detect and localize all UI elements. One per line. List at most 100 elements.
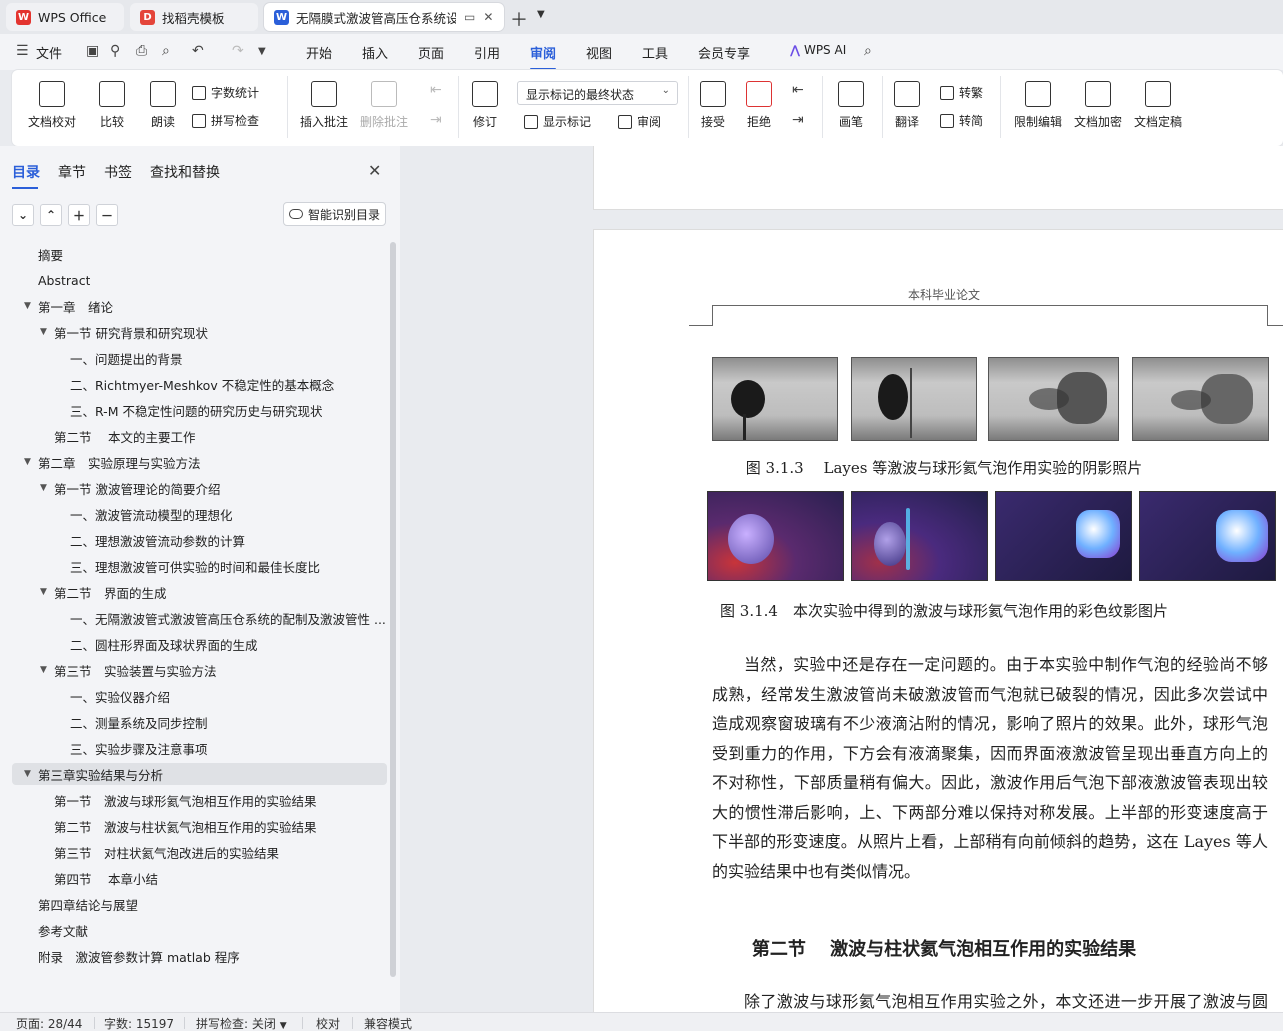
new-tab-icon[interactable]: ＋ (510, 6, 528, 32)
close-icon[interactable]: ✕ (483, 10, 493, 24)
toc-item[interactable]: 参考文献 (0, 919, 385, 941)
menu-tools[interactable]: 工具 (642, 43, 668, 62)
toc-item[interactable]: ▼ 第三章实验结果与分析 (0, 763, 385, 785)
chevron-down-icon[interactable]: ▼ (258, 46, 266, 57)
search-icon[interactable]: ⌕ (864, 43, 872, 59)
delete-comment-button[interactable]: 删除批注 (360, 81, 408, 130)
reject-button[interactable]: 拒绝 (746, 81, 772, 130)
nav-scrollbar[interactable] (390, 242, 396, 977)
menu-insert[interactable]: 插入 (362, 43, 388, 62)
to-simplified-button[interactable]: 转简 (940, 112, 983, 129)
collapse-up-button[interactable]: ⌃ (40, 204, 62, 226)
show-markup-button[interactable]: 显示标记 (524, 113, 591, 130)
screen-icon[interactable]: ▭ (464, 10, 475, 24)
toc-item[interactable]: ▼ 第二节 界面的生成 (0, 581, 385, 603)
compare-button[interactable]: 比较 (99, 81, 125, 130)
translate-button[interactable]: 翻译 (894, 81, 920, 130)
toc-item[interactable]: 第二节 本文的主要工作 (0, 425, 385, 447)
read-aloud-button[interactable]: 朗读 (150, 81, 176, 130)
current-page[interactable]: 本科毕业论文 图 3.1.3 Layes 等激波与球形氦气泡作用实验的阴影照片 (593, 229, 1283, 1012)
toc-item[interactable]: 二、Richtmyer-Meshkov 不稳定性的基本概念 (0, 373, 385, 395)
tab-document[interactable]: W 无隔膜式激波管高压仓系统设计 ▭ ✕ (264, 3, 504, 31)
undo-icon[interactable]: ↶ (192, 43, 204, 59)
spell-check-status[interactable]: 拼写检查: 关闭 ▼ (196, 1015, 287, 1031)
print-icon[interactable]: ⎙ (136, 43, 147, 59)
menu-file[interactable]: 文件 (36, 43, 62, 62)
toc-item[interactable]: 摘要 (0, 243, 385, 265)
tab-wps-office[interactable]: W WPS Office (6, 3, 124, 31)
encrypt-button[interactable]: 文档加密 (1074, 81, 1122, 130)
toc-item[interactable]: 三、实验步骤及注意事项 (0, 737, 385, 759)
expand-triangle-icon[interactable]: ▼ (40, 483, 47, 493)
toc-item[interactable]: 一、激波管流动模型的理想化 (0, 503, 385, 525)
page-indicator[interactable]: 页面: 28/44 (16, 1015, 82, 1031)
expand-down-button[interactable]: ⌄ (12, 204, 34, 226)
smart-toc-button[interactable]: 智能识别目录 (283, 202, 386, 226)
toc-item[interactable]: 二、测量系统及同步控制 (0, 711, 385, 733)
tab-docer-templates[interactable]: D 找稻壳模板 (130, 3, 258, 31)
redo-icon[interactable]: ↷ (232, 43, 244, 59)
to-traditional-button[interactable]: 转繁 (940, 84, 983, 101)
hamburger-icon[interactable]: ☰ (16, 43, 29, 59)
accept-button[interactable]: 接受 (700, 81, 726, 130)
toc-item[interactable]: 二、圆柱形界面及球状界面的生成 (0, 633, 385, 655)
word-count-button[interactable]: 字数统计 (192, 84, 259, 101)
revise-button[interactable]: 修订 (472, 81, 498, 130)
menu-membership[interactable]: 会员专享 (698, 43, 750, 62)
wps-ai-button[interactable]: ⋀ WPS AI (790, 43, 846, 57)
remove-heading-button[interactable]: － (96, 204, 118, 226)
save-icon[interactable]: ▣ (86, 43, 99, 59)
prev-comment-icon[interactable]: ⇤ (430, 82, 442, 98)
expand-triangle-icon[interactable]: ▼ (40, 327, 47, 337)
print-preview-icon[interactable]: ⌕ (162, 43, 170, 59)
close-icon[interactable]: ✕ (368, 161, 381, 180)
pen-button[interactable]: 画笔 (838, 81, 864, 130)
add-heading-button[interactable]: ＋ (68, 204, 90, 226)
menu-page[interactable]: 页面 (418, 43, 444, 62)
menu-review[interactable]: 审阅 (530, 43, 557, 70)
proofread-status[interactable]: 校对 (316, 1015, 340, 1031)
toc-item[interactable]: 一、问题提出的背景 (0, 347, 385, 369)
toc-item[interactable]: ▼ 第二章 实验原理与实验方法 (0, 451, 385, 473)
toc-item[interactable]: 第四节 本章小结 (0, 867, 385, 889)
prev-change-icon[interactable]: ⇤ (792, 82, 804, 98)
expand-triangle-icon[interactable]: ▼ (24, 457, 31, 467)
toc-item[interactable]: ▼ 第一节 研究背景和研究现状 (0, 321, 385, 343)
review-pane-button[interactable]: 审阅 (618, 113, 661, 130)
insert-comment-button[interactable]: 插入批注 (300, 81, 348, 130)
toc-item[interactable]: 三、理想激波管可供实验的时间和最佳长度比 (0, 555, 385, 577)
word-count-status[interactable]: 字数: 15197 (104, 1015, 174, 1031)
expand-triangle-icon[interactable]: ▼ (24, 769, 31, 779)
tab-find-replace[interactable]: 查找和替换 (150, 162, 220, 182)
menu-view[interactable]: 视图 (586, 43, 612, 62)
expand-triangle-icon[interactable]: ▼ (40, 665, 47, 675)
expand-triangle-icon[interactable]: ▼ (24, 301, 31, 311)
toc-item[interactable]: ▼ 第一节 激波管理论的简要介绍 (0, 477, 385, 499)
toc-item[interactable]: 一、无隔激波管式激波管高压仓系统的配制及激波管性 ... (0, 607, 385, 629)
spell-check-button[interactable]: 拼写检查 (192, 112, 259, 129)
toc-item[interactable]: 一、实验仪器介绍 (0, 685, 385, 707)
toc-item[interactable]: 第四章结论与展望 (0, 893, 385, 915)
share-icon[interactable]: ⚲ (110, 43, 120, 59)
doc-check-button[interactable]: 文档校对 (28, 81, 76, 130)
document-area[interactable]: 本科毕业论文 图 3.1.3 Layes 等激波与球形氦气泡作用实验的阴影照片 (400, 146, 1283, 1012)
toc-item[interactable]: 第二节 激波与柱状氦气泡相互作用的实验结果 (0, 815, 385, 837)
toc-item[interactable]: 二、理想激波管流动参数的计算 (0, 529, 385, 551)
toc-item[interactable]: Abstract (0, 269, 385, 291)
menu-start[interactable]: 开始 (306, 43, 332, 62)
tab-bookmarks[interactable]: 书签 (104, 162, 132, 182)
toc-item[interactable]: ▼ 第三节 实验装置与实验方法 (0, 659, 385, 681)
tab-toc[interactable]: 目录 (12, 162, 40, 189)
toc-item[interactable]: ▼ 第一章 绪论 (0, 295, 385, 317)
toc-item[interactable]: 第三节 对柱状氦气泡改进后的实验结果 (0, 841, 385, 863)
toc-item[interactable]: 三、R-M 不稳定性问题的研究历史与研究现状 (0, 399, 385, 421)
tab-sections[interactable]: 章节 (58, 162, 86, 182)
toc-item[interactable]: 附录 激波管参数计算 matlab 程序 (0, 945, 385, 967)
toc-item[interactable]: 第一节 激波与球形氦气泡相互作用的实验结果 (0, 789, 385, 811)
menu-reference[interactable]: 引用 (474, 43, 500, 62)
chevron-down-icon[interactable]: ▼ (537, 9, 545, 20)
finalize-button[interactable]: 文档定稿 (1134, 81, 1182, 130)
next-comment-icon[interactable]: ⇥ (430, 112, 442, 128)
expand-triangle-icon[interactable]: ▼ (40, 587, 47, 597)
display-mode-select[interactable]: 显示标记的最终状态 ⌄ (517, 81, 678, 105)
